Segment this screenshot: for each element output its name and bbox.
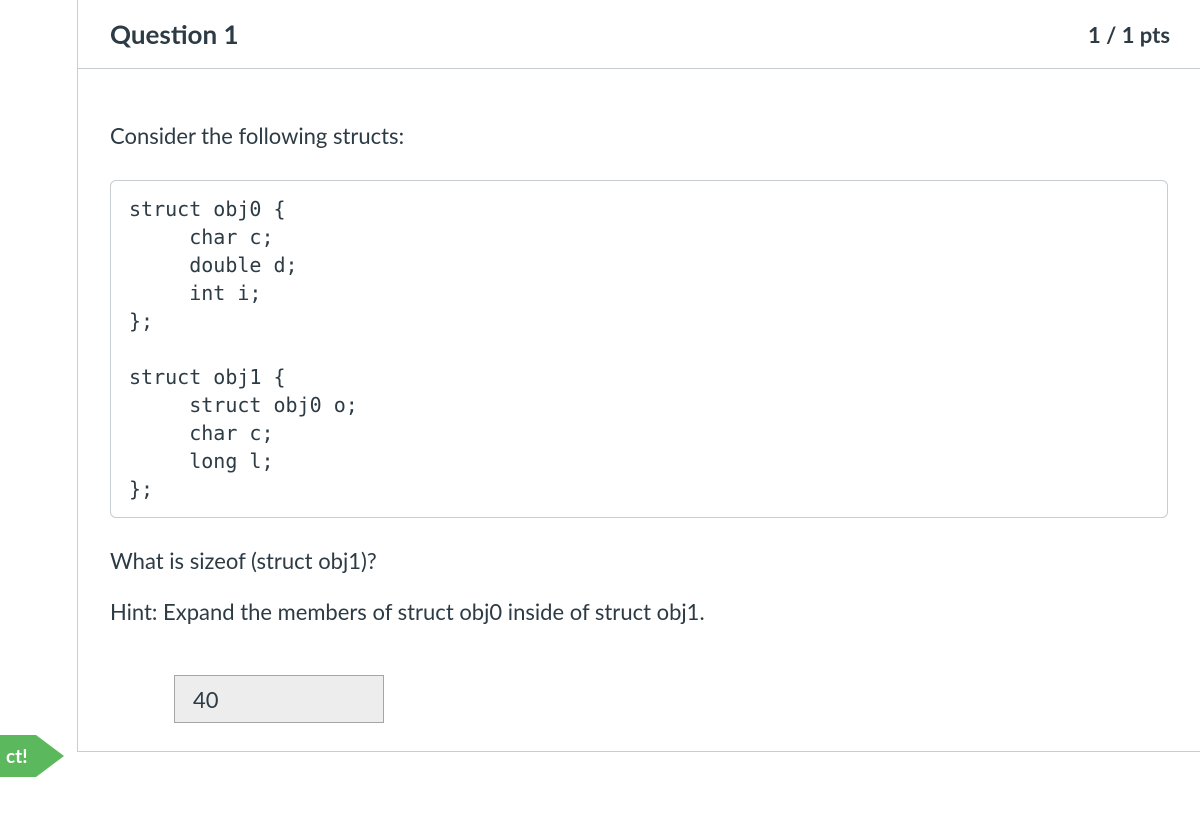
answer-input[interactable]	[174, 675, 384, 723]
answer-row	[110, 675, 1168, 723]
question-hint: Hint: Expand the members of struct obj0 …	[110, 597, 1168, 628]
correct-flag: ct!	[0, 735, 64, 777]
question-title: Question 1	[110, 18, 239, 50]
question-card: Question 1 1 / 1 pts Consider the follow…	[77, 0, 1200, 752]
flag-arrow-icon	[36, 735, 64, 777]
code-block: struct obj0 { char c; double d; int i; }…	[110, 180, 1168, 518]
question-points: 1 / 1 pts	[1088, 21, 1170, 48]
question-body: Consider the following structs: struct o…	[78, 69, 1200, 751]
question-text: What is sizeof (struct obj1)?	[110, 546, 1168, 577]
page-root: Question 1 1 / 1 pts Consider the follow…	[0, 0, 1200, 817]
correct-flag-label: ct!	[0, 735, 36, 777]
question-header: Question 1 1 / 1 pts	[78, 0, 1200, 69]
question-prompt: Consider the following structs:	[110, 121, 1168, 152]
